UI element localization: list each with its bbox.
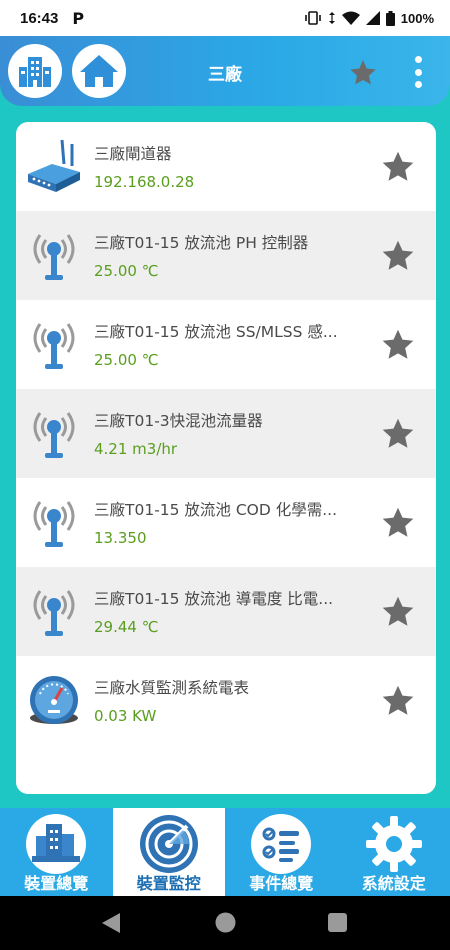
star-icon[interactable]	[380, 505, 416, 541]
device-value: 25.00 ℃	[94, 262, 159, 280]
bottom-navigation: 裝置總覽 裝置監控 事件總覽 系統設定	[0, 808, 450, 896]
device-row[interactable]: 三廠T01-15 放流池 SS/MLSS 感... 25.00 ℃	[16, 300, 436, 389]
header-favorite-button[interactable]	[348, 58, 378, 92]
device-value: 25.00 ℃	[94, 351, 159, 369]
home-icon	[80, 55, 118, 87]
device-row[interactable]: 三廠閘道器 192.168.0.28	[16, 122, 436, 211]
battery-percent: 100%	[400, 10, 434, 26]
star-icon[interactable]	[380, 683, 416, 719]
app-header: 三廠	[0, 36, 450, 106]
data-arrows-icon	[328, 12, 335, 24]
home-button[interactable]	[72, 44, 126, 98]
system-navigation-bar	[0, 896, 450, 950]
power-meter-gauge-icon	[30, 676, 78, 724]
building-button[interactable]	[8, 44, 62, 98]
tab-label: 事件總覽	[249, 874, 314, 893]
star-icon	[350, 60, 376, 85]
star-icon[interactable]	[380, 594, 416, 630]
tab-label: 裝置監控	[136, 874, 201, 893]
device-row[interactable]: 三廠T01-15 放流池 PH 控制器 25.00 ℃	[16, 211, 436, 300]
sensor-antenna-icon	[33, 590, 75, 636]
sensor-antenna-icon	[33, 501, 75, 547]
gear-icon	[365, 816, 422, 872]
sensor-antenna-icon	[33, 412, 75, 458]
device-row[interactable]: 三廠T01-15 放流池 COD 化學需... 13.350	[16, 478, 436, 567]
device-name: 三廠T01-15 放流池 COD 化學需...	[94, 501, 338, 519]
signal-icon	[365, 11, 380, 25]
device-name: 三廠水質監測系統電表	[94, 679, 250, 697]
wifi-icon	[341, 11, 360, 25]
device-value: 192.168.0.28	[94, 173, 195, 191]
device-name: 三廠閘道器	[94, 145, 172, 163]
device-name: 三廠T01-15 放流池 導電度 比電...	[94, 590, 334, 608]
tab-system-settings[interactable]: 系統設定	[338, 808, 450, 896]
back-icon[interactable]	[102, 913, 120, 933]
device-value: 0.03 KW	[94, 707, 157, 725]
device-list-card: 三廠閘道器 192.168.0.28 三廠T01-15 放流池 PH 控制器 2…	[16, 122, 436, 794]
city-overview-icon	[26, 814, 86, 874]
device-name: 三廠T01-3快混池流量器	[94, 412, 263, 430]
star-icon[interactable]	[380, 327, 416, 363]
device-value: 13.350	[94, 529, 147, 547]
device-name: 三廠T01-15 放流池 PH 控制器	[94, 234, 309, 252]
device-row[interactable]: 三廠T01-15 放流池 導電度 比電... 29.44 ℃	[16, 567, 436, 656]
sensor-antenna-icon	[33, 323, 75, 369]
checklist-icon	[251, 814, 311, 874]
more-dot-icon	[414, 81, 422, 88]
star-icon[interactable]	[380, 149, 416, 185]
device-row[interactable]: 三廠水質監測系統電表 0.03 KW	[16, 656, 436, 745]
battery-icon	[385, 10, 395, 26]
more-dot-icon	[414, 56, 422, 63]
star-icon[interactable]	[380, 238, 416, 274]
device-row[interactable]: 三廠T01-3快混池流量器 4.21 m3/hr	[16, 389, 436, 478]
more-dot-icon	[414, 68, 422, 76]
status-bar: 16:43 P 100%	[0, 0, 450, 36]
tab-label: 裝置總覽	[24, 874, 89, 893]
status-right: 100%	[304, 10, 434, 26]
tab-device-monitor[interactable]: 裝置監控	[112, 808, 225, 896]
home-nav-icon[interactable]	[215, 912, 236, 933]
device-name: 三廠T01-15 放流池 SS/MLSS 感...	[94, 323, 338, 341]
more-menu-button[interactable]	[408, 54, 428, 90]
tab-device-overview[interactable]: 裝置總覽	[0, 808, 113, 896]
radar-icon	[139, 815, 198, 873]
page-title: 三廠	[208, 65, 242, 85]
status-time: 16:43	[20, 9, 59, 27]
router-icon	[28, 139, 80, 192]
tab-event-overview[interactable]: 事件總覽	[225, 808, 338, 896]
device-value: 29.44 ℃	[94, 618, 159, 636]
tab-label: 系統設定	[361, 874, 426, 893]
sensor-antenna-icon	[33, 234, 75, 280]
recent-apps-icon[interactable]	[328, 913, 347, 932]
star-icon[interactable]	[380, 416, 416, 452]
app-notification-icon: P	[72, 8, 85, 28]
building-icon	[19, 57, 51, 87]
device-value: 4.21 m3/hr	[94, 440, 178, 458]
vibrate-icon	[304, 11, 321, 25]
